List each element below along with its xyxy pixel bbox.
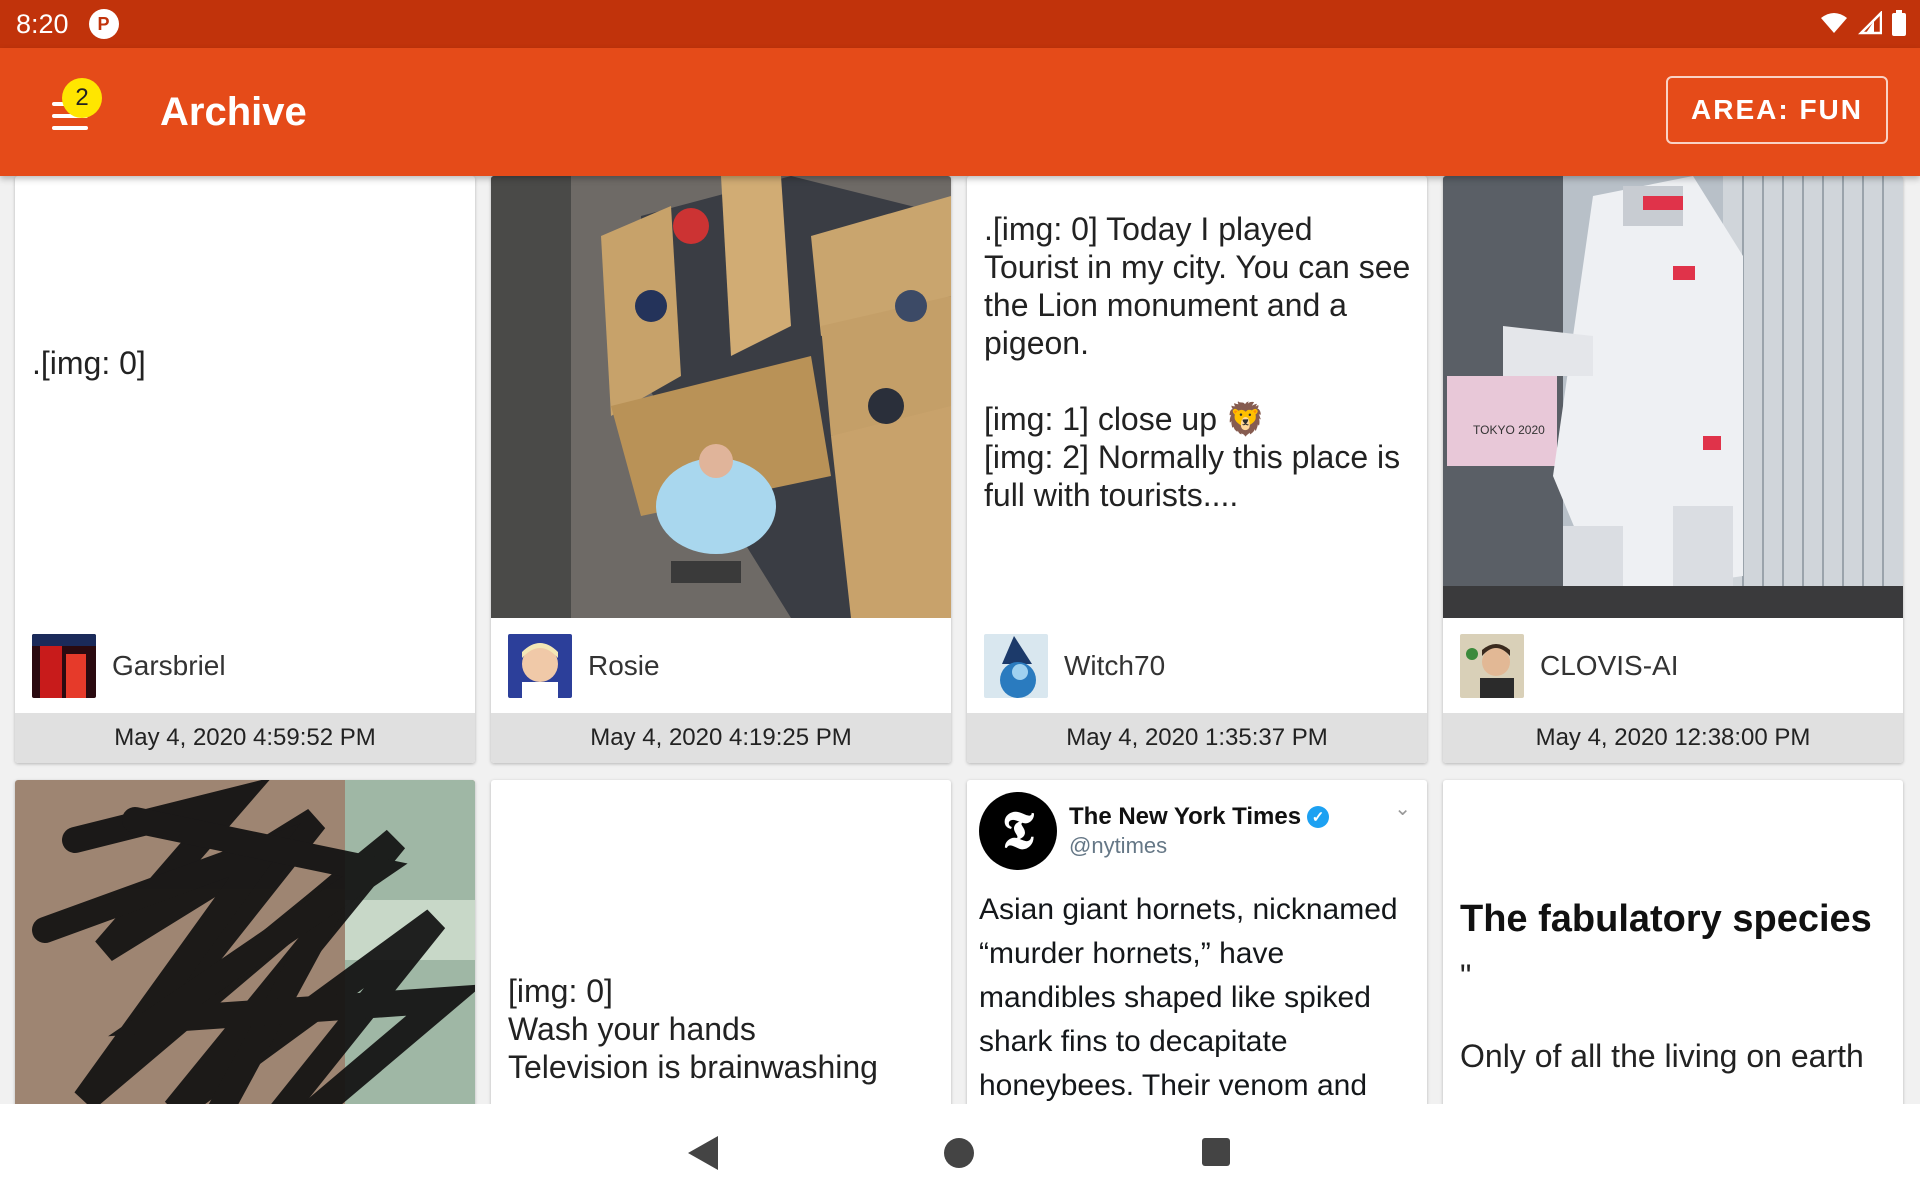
tweet-card[interactable]: 𝕿 The New York Times ✓ @nytimes ⌄ Asian … [967,780,1427,1104]
post-card[interactable]: The fabulatory species " Only of all the… [1443,780,1903,1104]
post-text: .[img: 0] [32,345,146,381]
battery-icon [1892,10,1906,36]
post-photo: TOKYO 2020 [1443,176,1903,618]
post-card[interactable]: Rosie May 4, 2020 4:19:25 PM [491,176,951,763]
clock: 8:20 [16,8,69,39]
post-text: [img: 0] Wash your hands Television is b… [508,973,878,1085]
tweet-text: Asian giant hornets, nicknamed “murder h… [979,893,1398,1102]
navigation-bar [0,1104,1920,1200]
author-name: Garsbriel [112,650,226,681]
author-name: Witch70 [1064,650,1166,681]
tweet-header: 𝕿 The New York Times ✓ @nytimes [979,792,1330,870]
author-name: Rosie [588,650,660,681]
wifi-icon [1821,13,1847,33]
archive-grid[interactable]: .[img: 0] Garsbriel May 4, 2020 4:59:52 … [0,176,1920,1104]
post-text: .[img: 0] Today I played Tourist in my c… [984,211,1411,513]
area-button[interactable]: AREA: FUN [1666,76,1888,144]
post-card[interactable]: [img: 0] Wash your hands Television is b… [491,780,951,1104]
post-author[interactable]: Rosie [508,634,660,698]
post-date: May 4, 2020 1:35:37 PM [967,713,1427,763]
verified-icon: ✓ [1307,806,1330,828]
avatar [32,634,96,698]
post-card[interactable]: TOKYO 2020 CLOVIS-AI May 4, 2020 12:38:0… [1443,176,1903,763]
app-notification-icon: P [88,9,119,39]
svg-text:TOKYO 2020: TOKYO 2020 [1473,423,1545,437]
post-title: The fabulatory species [1460,898,1872,940]
post-card[interactable]: .[img: 0] Garsbriel May 4, 2020 4:59:52 … [15,176,475,763]
home-icon[interactable] [944,1138,974,1168]
post-date: May 4, 2020 4:19:25 PM [491,713,951,763]
post-card[interactable] [15,780,475,1104]
recent-apps-icon[interactable] [1202,1138,1230,1166]
tweet-handle: @nytimes [1069,833,1168,858]
page-title: Archive [160,90,307,134]
nyt-logo-icon: 𝕿 [979,792,1057,870]
avatar [508,634,572,698]
post-photo [491,176,951,618]
post-card[interactable]: .[img: 0] Today I played Tourist in my c… [967,176,1427,763]
post-photo [15,780,475,1104]
author-name: CLOVIS-AI [1540,650,1679,681]
avatar [984,634,1048,698]
avatar [1460,634,1524,698]
tweet-author-label: The New York Times [1069,803,1302,830]
tweet-author-name: The New York Times ✓ [1069,803,1330,831]
notification-badge: 2 [62,78,102,118]
post-author[interactable]: Garsbriel [32,634,226,698]
status-icons [1820,10,1906,36]
status-bar: 8:20 P [0,0,1920,48]
post-text: " Only of all the living on earth [1460,958,1864,1074]
signal-icon [1858,11,1882,35]
app-bar: 2 Archive AREA: FUN [0,48,1920,176]
post-date: May 4, 2020 12:38:00 PM [1443,713,1903,763]
post-author[interactable]: Witch70 [984,634,1165,698]
post-author[interactable]: CLOVIS-AI [1460,634,1678,698]
back-icon[interactable] [688,1136,718,1170]
post-date: May 4, 2020 4:59:52 PM [15,713,475,763]
chevron-down-icon[interactable]: ⌄ [1394,796,1411,821]
